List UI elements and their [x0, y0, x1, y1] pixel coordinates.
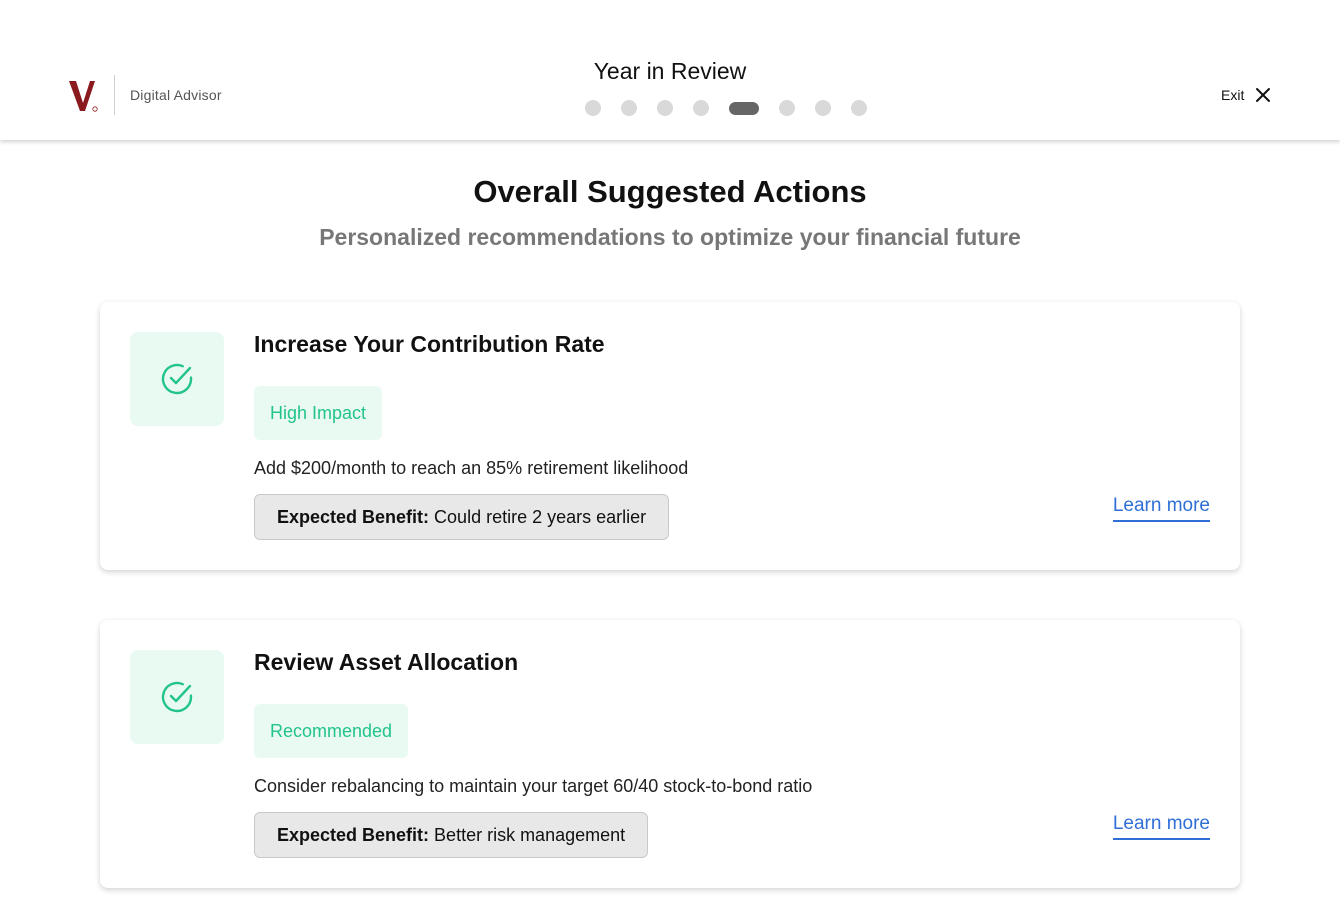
progress-dot-2[interactable] [621, 100, 637, 116]
progress-dot-5-active[interactable] [729, 101, 759, 115]
progress-dot-4[interactable] [693, 100, 709, 116]
action-description: Consider rebalancing to maintain your ta… [254, 776, 813, 796]
action-icon-box [130, 332, 224, 426]
close-icon [1256, 88, 1271, 102]
action-description: Add $200/month to reach an 85% retiremen… [254, 458, 689, 478]
progress-dot-8[interactable] [851, 100, 867, 116]
action-icon-box [130, 650, 224, 744]
progress-dot-6[interactable] [779, 100, 795, 116]
top-header: Digital Advisor Year in Review Exit [0, 0, 1340, 140]
exit-button[interactable]: Exit [1221, 84, 1272, 106]
impact-badge: Recommended [254, 704, 409, 758]
learn-more-link[interactable]: Learn more [1112, 495, 1210, 522]
benefit-value: Could retire 2 years earlier [434, 506, 647, 527]
benefit-value: Better risk management [434, 824, 626, 845]
exit-label: Exit [1221, 87, 1245, 103]
expected-benefit-box: Expected Benefit: Could retire 2 years e… [254, 494, 670, 540]
header-title: Year in Review [593, 58, 747, 84]
impact-badge: High Impact [254, 386, 383, 440]
action-title: Increase Your Contribution Rate [254, 331, 605, 357]
check-circle-icon [161, 681, 193, 713]
benefit-label: Expected Benefit: [277, 506, 430, 527]
progress-dot-7[interactable] [815, 100, 831, 116]
page-subtitle: Personalized recommendations to optimize… [319, 224, 1021, 250]
progress-dot-1[interactable] [585, 100, 601, 116]
check-circle-icon [161, 363, 193, 395]
progress-dots [585, 100, 867, 116]
benefit-label: Expected Benefit: [277, 824, 430, 845]
learn-more-link[interactable]: Learn more [1112, 813, 1210, 840]
action-card: Review Asset Allocation Recommended Cons… [100, 620, 1240, 888]
page-title: Overall Suggested Actions [473, 174, 867, 209]
expected-benefit-box: Expected Benefit: Better risk management [254, 812, 649, 858]
action-card: Increase Your Contribution Rate High Imp… [100, 302, 1240, 570]
action-title: Review Asset Allocation [254, 649, 519, 675]
brand-label: Digital Advisor [130, 87, 222, 103]
progress-dot-3[interactable] [657, 100, 673, 116]
